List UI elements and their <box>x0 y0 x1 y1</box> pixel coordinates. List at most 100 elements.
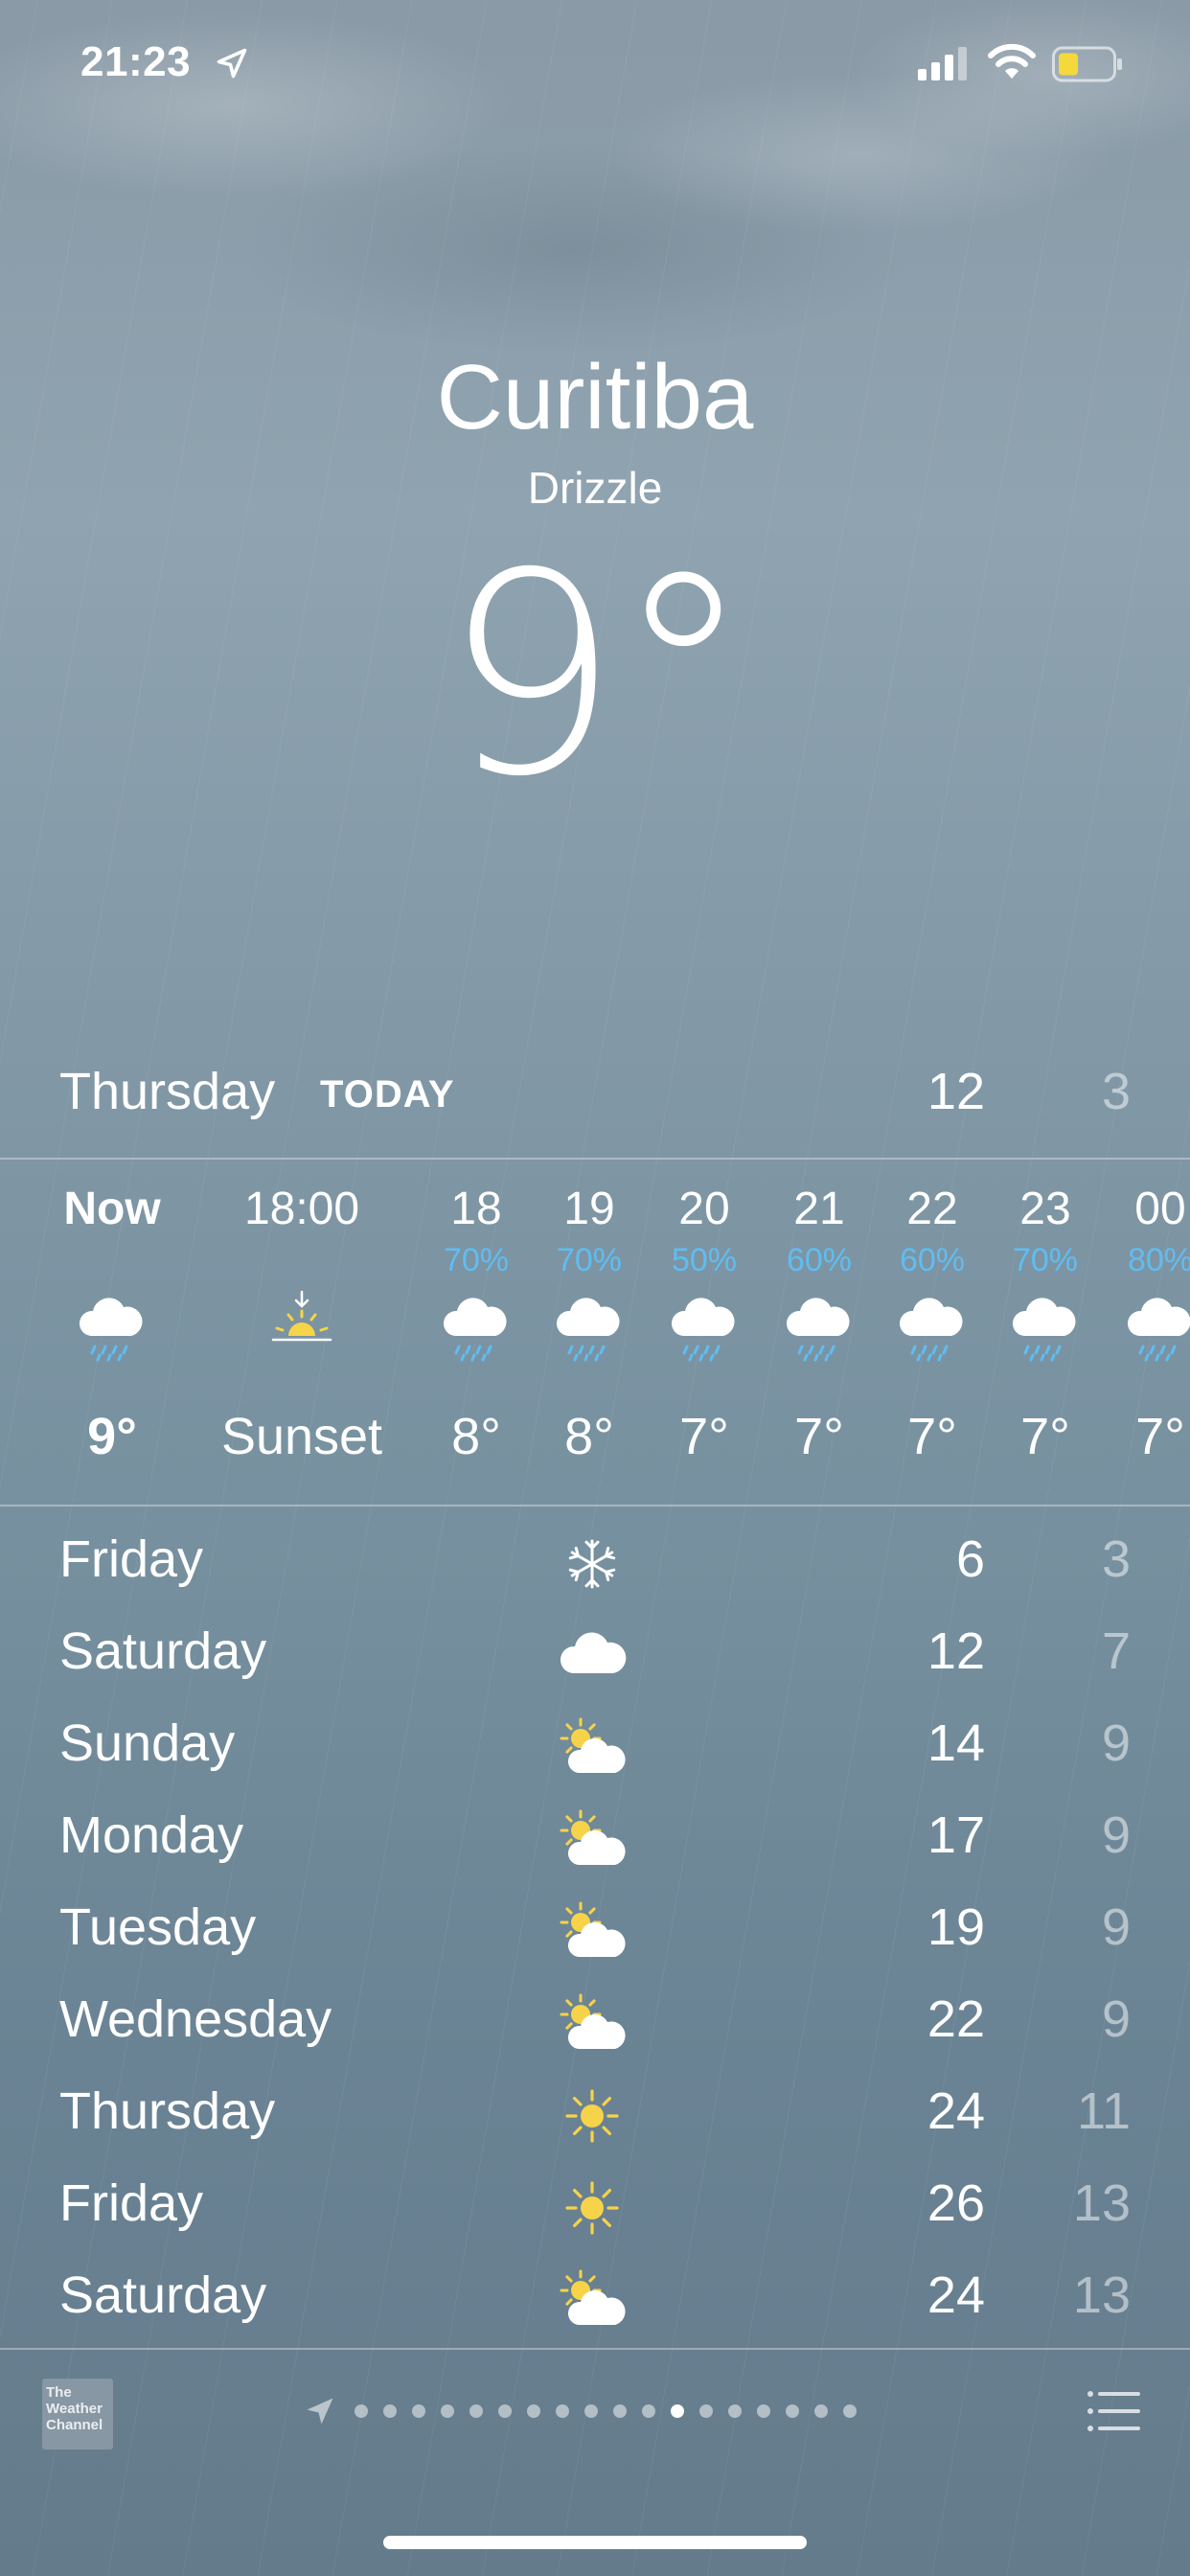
hour-temp: Sunset <box>220 1408 383 1465</box>
day-low: 9 <box>1101 1990 1131 2048</box>
weather-condition: Drizzle <box>527 463 663 513</box>
page-dot[interactable] <box>383 2404 397 2418</box>
sun-icon <box>554 2078 630 2154</box>
hour-temp: 7° <box>1135 1408 1185 1465</box>
rain-cloud-icon <box>666 1286 743 1363</box>
wifi-icon <box>988 43 1036 79</box>
hour-label: Now <box>63 1184 161 1234</box>
hour-temp: 9° <box>87 1408 137 1465</box>
page-indicator[interactable] <box>303 2392 864 2430</box>
status-bar: 21:23 <box>0 0 1190 125</box>
daily-row: Tuesday 19 9 <box>0 1884 1190 1976</box>
day-name: Friday <box>59 1530 204 1588</box>
home-indicator[interactable] <box>383 2536 807 2549</box>
rain-cloud-icon <box>894 1286 971 1363</box>
day-name: Friday <box>59 2174 204 2232</box>
partly-cloudy-icon <box>554 2262 630 2338</box>
snowflake-icon <box>554 1526 630 1602</box>
hourly-item: 23 70% 7° <box>983 1162 1108 1505</box>
day-name: Wednesday <box>59 1990 332 2048</box>
page-dot[interactable] <box>671 2404 684 2418</box>
precip-chance: 50% <box>671 1242 738 1278</box>
precip-chance: 60% <box>786 1242 853 1278</box>
weather-channel-logo[interactable]: The Weather Channel <box>42 2379 113 2450</box>
current-temperature: 9° <box>443 515 753 838</box>
page-dot[interactable] <box>412 2404 425 2418</box>
partly-cloudy-icon <box>554 1710 630 1786</box>
hour-label: 23 <box>1019 1184 1071 1234</box>
hourly-item: Now 9° <box>50 1162 174 1505</box>
page-dot[interactable] <box>556 2404 569 2418</box>
day-high: 22 <box>927 1990 985 2048</box>
day-low: 3 <box>1101 1530 1131 1588</box>
day-low: 13 <box>1072 2266 1131 2324</box>
hour-temp: 7° <box>907 1408 957 1465</box>
day-high: 12 <box>927 1622 985 1680</box>
hour-temp: 8° <box>451 1408 501 1465</box>
rain-cloud-icon <box>438 1286 515 1363</box>
hourly-item: 22 60% 7° <box>870 1162 995 1505</box>
today-day: Thursday <box>59 1063 276 1120</box>
page-dot[interactable] <box>786 2404 799 2418</box>
page-dot[interactable] <box>699 2404 713 2418</box>
page-dot[interactable] <box>527 2404 540 2418</box>
day-high: 17 <box>927 1806 985 1864</box>
day-low: 9 <box>1101 1714 1131 1772</box>
page-dot[interactable] <box>728 2404 742 2418</box>
day-low: 11 <box>1076 2082 1131 2140</box>
day-name: Sunday <box>59 1714 236 1772</box>
hour-label: 00 <box>1134 1184 1186 1234</box>
hour-label: 19 <box>563 1184 615 1234</box>
precip-chance: 60% <box>899 1242 966 1278</box>
page-dot[interactable] <box>355 2404 368 2418</box>
precip-chance: 70% <box>556 1242 623 1278</box>
page-dot[interactable] <box>498 2404 512 2418</box>
daily-row: Wednesday 22 9 <box>0 1976 1190 2068</box>
current-location-icon[interactable] <box>303 2394 337 2428</box>
hour-temp: 7° <box>1020 1408 1070 1465</box>
rain-cloud-icon <box>1122 1286 1190 1363</box>
hour-label: 20 <box>678 1184 730 1234</box>
daily-row: Friday 26 13 <box>0 2160 1190 2252</box>
page-dot[interactable] <box>814 2404 828 2418</box>
today-tag: TODAY <box>320 1073 455 1116</box>
day-high: 14 <box>927 1714 985 1772</box>
city-list-icon[interactable] <box>1087 2388 1140 2434</box>
hour-label: 21 <box>793 1184 845 1234</box>
day-low: 7 <box>1101 1622 1131 1680</box>
sunset-icon <box>263 1286 340 1363</box>
daily-row: Saturday 24 13 <box>0 2252 1190 2344</box>
daily-row: Saturday 12 7 <box>0 1608 1190 1700</box>
today-high: 12 <box>927 1063 985 1120</box>
bottom-bar: The Weather Channel <box>0 2350 1190 2484</box>
day-high: 26 <box>927 2174 985 2232</box>
page-dot[interactable] <box>642 2404 655 2418</box>
hourly-item: 18 70% 8° <box>414 1162 538 1505</box>
page-dot[interactable] <box>843 2404 857 2418</box>
hourly-item: 20 50% 7° <box>642 1162 767 1505</box>
day-high: 24 <box>927 2266 985 2324</box>
page-dot[interactable] <box>584 2404 598 2418</box>
hourly-item: 21 60% 7° <box>757 1162 881 1505</box>
partly-cloudy-icon <box>554 1802 630 1878</box>
hour-temp: 7° <box>794 1408 844 1465</box>
day-name: Tuesday <box>59 1898 257 1956</box>
sun-icon <box>554 2170 630 2246</box>
hour-temp: 7° <box>679 1408 729 1465</box>
partly-cloudy-icon <box>554 1894 630 1970</box>
cellular-signal-icon <box>918 47 967 80</box>
daily-row: Friday 6 3 <box>0 1516 1190 1608</box>
page-dot[interactable] <box>441 2404 454 2418</box>
precip-chance: 70% <box>1012 1242 1079 1278</box>
day-low: 13 <box>1072 2174 1131 2232</box>
day-low: 9 <box>1101 1898 1131 1956</box>
divider <box>0 1158 1190 1160</box>
hourly-forecast[interactable]: Now 9° 18:00 Sunset 18 70% 8° 19 70% 8° 20 50% 7° 21… <box>0 1162 1190 1505</box>
day-low: 9 <box>1101 1806 1131 1864</box>
page-dot[interactable] <box>469 2404 483 2418</box>
rain-cloud-icon <box>781 1286 858 1363</box>
hour-temp: 8° <box>564 1408 614 1465</box>
page-dot[interactable] <box>613 2404 627 2418</box>
day-high: 24 <box>927 2082 985 2140</box>
page-dot[interactable] <box>757 2404 770 2418</box>
